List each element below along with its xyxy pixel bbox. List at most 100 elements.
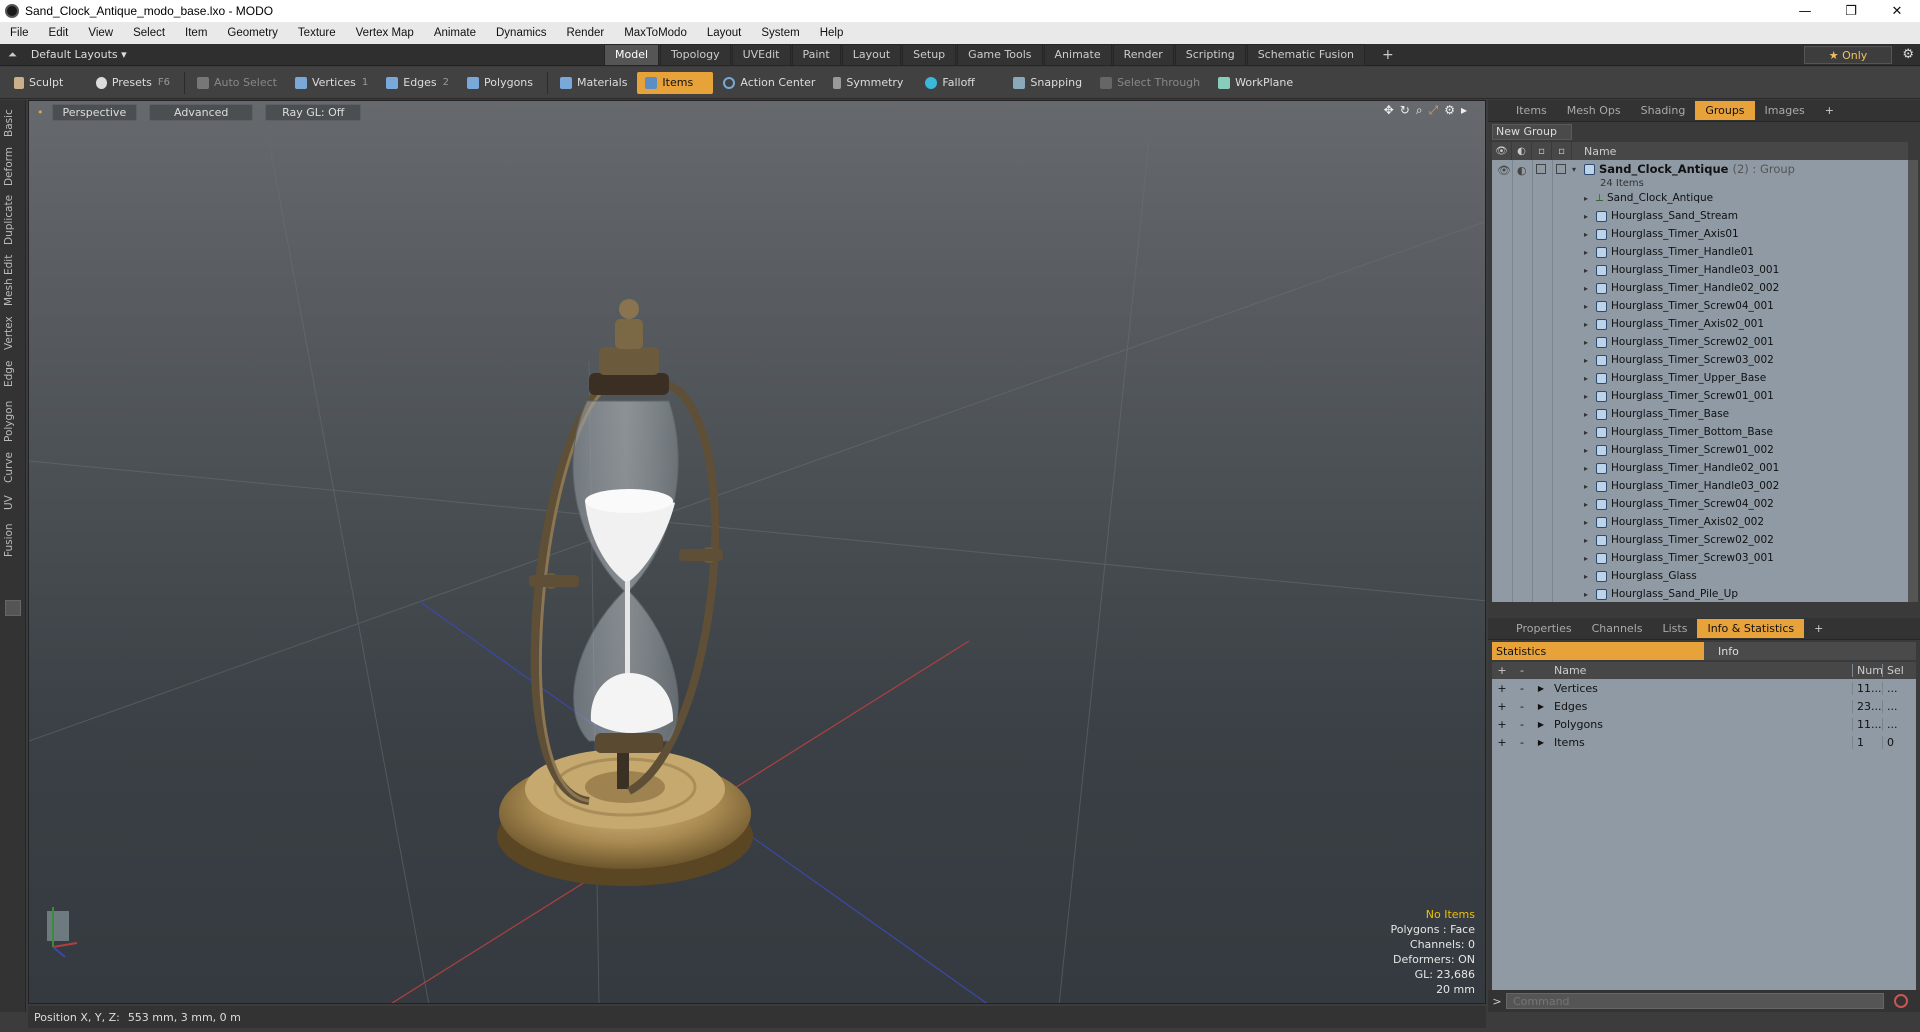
add-panel-tab-button[interactable]: + — [1815, 101, 1844, 120]
list-item[interactable]: ▸ Hourglass_Timer_Upper_Base — [1584, 369, 1766, 387]
vtab-deform[interactable]: Deform — [3, 146, 23, 186]
select-through-button[interactable]: Select Through — [1092, 72, 1208, 94]
rotate-view-icon[interactable]: ↻ — [1400, 103, 1410, 118]
minimize-button[interactable]: — — [1782, 0, 1828, 22]
tab-render[interactable]: Render — [1112, 43, 1174, 66]
tab-items[interactable]: Items — [1506, 101, 1557, 120]
stats-row-items[interactable]: + - ▶ Items 1 0 — [1492, 733, 1916, 751]
menu-select[interactable]: Select — [123, 27, 175, 39]
stats-row-vertices[interactable]: + - ▶ Vertices 11... ... — [1492, 679, 1916, 697]
expand-arrow-icon[interactable]: ▶ — [1532, 684, 1550, 693]
tab-layout[interactable]: Layout — [841, 43, 902, 66]
vtab-edge[interactable]: Edge — [3, 358, 23, 390]
expand-arrow-icon[interactable]: ▸ — [1584, 338, 1596, 347]
gear-icon[interactable]: ⚙ — [1902, 47, 1914, 62]
expand-arrow-icon[interactable]: ▸ — [1584, 392, 1596, 401]
add-icon[interactable]: + — [1492, 718, 1512, 731]
tab-setup[interactable]: Setup — [902, 43, 957, 66]
menu-render[interactable]: Render — [556, 27, 614, 39]
tab-properties[interactable]: Properties — [1506, 619, 1582, 638]
3d-viewport[interactable]: • Perspective Advanced Ray GL: Off ✥ ↻ ⌕… — [28, 100, 1486, 1004]
vtab-basic[interactable]: Basic — [3, 106, 23, 140]
expand-arrow-icon[interactable]: ▸ — [1584, 356, 1596, 365]
tab-channels[interactable]: Channels — [1582, 619, 1653, 638]
menu-file[interactable]: File — [0, 27, 39, 39]
stats-row-polygons[interactable]: + - ▶ Polygons 11... ... — [1492, 715, 1916, 733]
expand-arrow-icon[interactable]: ▸ — [1584, 212, 1596, 221]
menu-item[interactable]: Item — [175, 27, 217, 39]
materials-button[interactable]: Materials — [552, 72, 635, 94]
list-item[interactable]: ▸ Hourglass_Timer_Handle02_001 — [1584, 459, 1779, 477]
fit-view-icon[interactable]: ⤢ — [1429, 103, 1439, 118]
falloff-button[interactable]: Falloff — [917, 72, 1003, 94]
record-macro-icon[interactable] — [1894, 994, 1908, 1008]
add-icon[interactable]: + — [1492, 700, 1512, 713]
list-item[interactable]: ▸ Hourglass_Sand_Pile_Up — [1584, 585, 1738, 603]
expand-arrow-icon[interactable]: ▸ — [1584, 500, 1596, 509]
expand-arrow-icon[interactable]: ▸ — [1584, 230, 1596, 239]
list-item[interactable]: ▸ Hourglass_Timer_Screw04_001 — [1584, 297, 1774, 315]
workplane-button[interactable]: WorkPlane — [1210, 72, 1301, 94]
list-item[interactable]: ▸ Hourglass_Glass — [1584, 567, 1697, 585]
polygons-button[interactable]: Polygons — [459, 72, 541, 94]
list-item[interactable]: ▸ Hourglass_Timer_Handle02_002 — [1584, 279, 1779, 297]
tab-paint[interactable]: Paint — [791, 43, 841, 66]
list-item[interactable]: ▸ Hourglass_Timer_Screw03_002 — [1584, 351, 1774, 369]
list-item[interactable]: ▸ Hourglass_Timer_Axis01 — [1584, 225, 1739, 243]
list-item[interactable]: ▸ Hourglass_Timer_Screw04_002 — [1584, 495, 1774, 513]
expand-arrow-icon[interactable]: ▸ — [1584, 464, 1596, 473]
vtab-vertex[interactable]: Vertex — [3, 314, 23, 352]
tab-uvedit[interactable]: UVEdit — [731, 43, 791, 66]
expand-arrow-icon[interactable]: ▸ — [1584, 572, 1596, 581]
list-item[interactable]: ▸ Hourglass_Timer_Screw03_001 — [1584, 549, 1774, 567]
maximize-button[interactable]: ❐ — [1828, 0, 1874, 22]
expand-arrow-icon[interactable]: ▸ — [1584, 374, 1596, 383]
layouts-dropdown[interactable]: ⏶ Default Layouts ▾ — [0, 48, 600, 62]
tab-images[interactable]: Images — [1755, 101, 1815, 120]
view-mode-button[interactable]: Perspective — [51, 103, 138, 121]
expand-arrow-icon[interactable]: ▸ — [1584, 590, 1596, 599]
menu-system[interactable]: System — [751, 27, 809, 39]
expand-arrow-icon[interactable]: ▸ — [1584, 518, 1596, 527]
statistics-subtab[interactable]: Statistics — [1492, 642, 1704, 660]
list-item[interactable]: ▸ Hourglass_Timer_Screw02_002 — [1584, 531, 1774, 549]
add-tab-button[interactable]: + — [1372, 44, 1404, 66]
list-item[interactable]: ▸ Hourglass_Timer_Handle03_002 — [1584, 477, 1779, 495]
action-center-button[interactable]: Action Center — [715, 72, 823, 94]
add-panel-tab-button[interactable]: + — [1804, 619, 1833, 638]
menu-dynamics[interactable]: Dynamics — [486, 27, 556, 39]
close-button[interactable]: ✕ — [1874, 0, 1920, 22]
render-column-icon[interactable]: ◐ — [1512, 142, 1532, 160]
vertices-button[interactable]: Vertices 1 — [287, 72, 376, 94]
locator-row[interactable]: ▸ ⟂ Sand_Clock_Antique — [1584, 189, 1713, 207]
menu-layout[interactable]: Layout — [697, 27, 752, 39]
remove-icon[interactable]: - — [1512, 736, 1532, 749]
vtab-mesh-edit[interactable]: Mesh Edit — [3, 254, 23, 306]
menu-geometry[interactable]: Geometry — [217, 27, 288, 39]
edges-button[interactable]: Edges 2 — [378, 72, 457, 94]
command-input[interactable] — [1506, 993, 1884, 1009]
shading-mode-button[interactable]: Advanced — [149, 103, 254, 121]
presets-button[interactable]: Presets F6 — [88, 72, 178, 94]
items-button[interactable]: Items — [637, 71, 714, 94]
tab-lists[interactable]: Lists — [1653, 619, 1698, 638]
list-item[interactable]: ▸ Hourglass_Timer_Base — [1584, 405, 1729, 423]
menu-maxtomodo[interactable]: MaxToModo — [614, 27, 697, 39]
group-select-toggle[interactable] — [1556, 164, 1566, 174]
list-item[interactable]: ▸ Hourglass_Timer_Screw02_001 — [1584, 333, 1774, 351]
expand-arrow-icon[interactable]: ▶ — [1532, 738, 1550, 747]
add-icon[interactable]: + — [1492, 682, 1512, 695]
expand-arrow-icon[interactable]: ▸ — [1584, 554, 1596, 563]
list-item[interactable]: ▸ Hourglass_Timer_Axis02_001 — [1584, 315, 1764, 333]
tab-topology[interactable]: Topology — [660, 43, 731, 66]
add-icon[interactable]: + — [1492, 736, 1512, 749]
tab-shading[interactable]: Shading — [1631, 101, 1696, 120]
expand-arrow-icon[interactable]: ▸ — [1584, 248, 1596, 257]
expand-arrow-icon[interactable]: ▸ — [1584, 482, 1596, 491]
vtab-fusion[interactable]: Fusion — [3, 520, 23, 560]
remove-icon[interactable]: - — [1512, 700, 1532, 713]
menu-texture[interactable]: Texture — [288, 27, 346, 39]
remove-icon[interactable]: - — [1512, 718, 1532, 731]
move-view-icon[interactable]: ✥ — [1384, 103, 1394, 118]
collapse-handle[interactable] — [5, 600, 21, 616]
